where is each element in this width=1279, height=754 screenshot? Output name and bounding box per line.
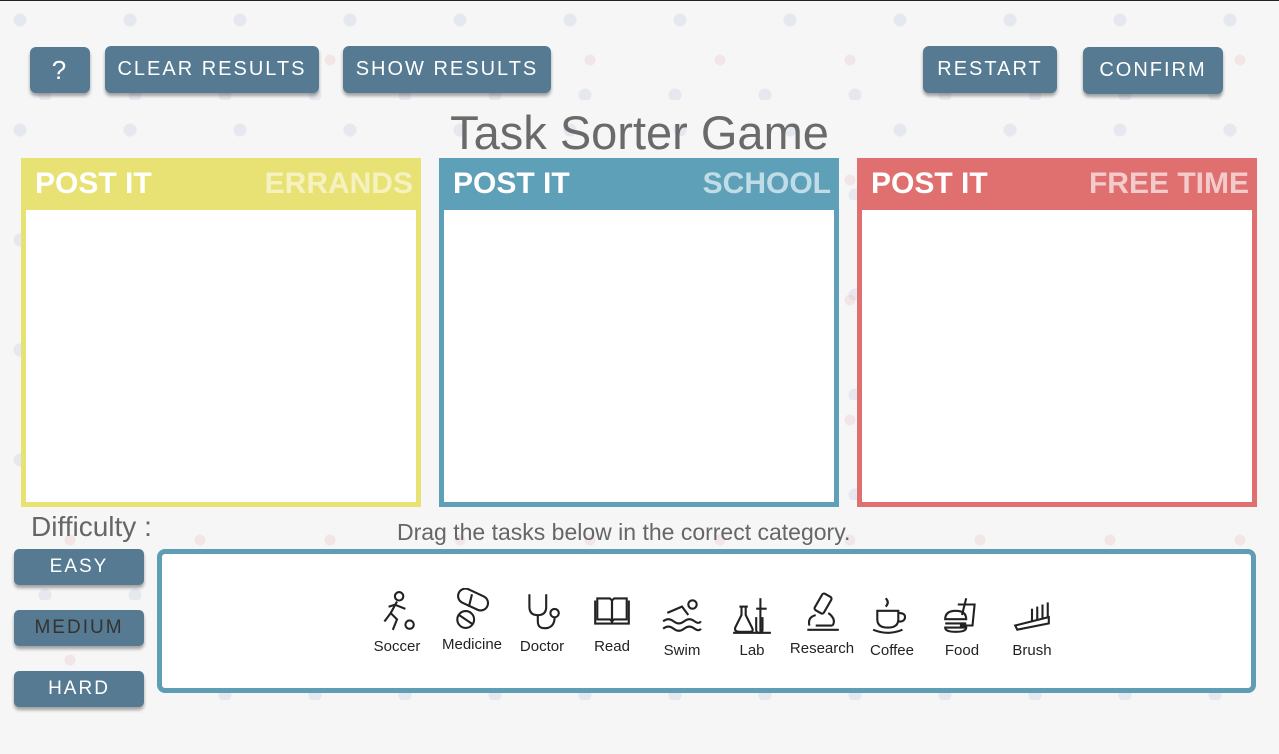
difficulty-medium-label: MEDIUM	[34, 617, 124, 638]
task-tray: Soccer Medicine Doctor Read Swim Lab Res…	[157, 549, 1256, 693]
postit-category-label: ERRANDS	[264, 167, 413, 200]
task-doctor[interactable]: Doctor	[507, 590, 577, 655]
task-lab[interactable]: Lab	[717, 594, 787, 659]
task-swim[interactable]: Swim	[647, 594, 717, 659]
task-label: Lab	[739, 642, 765, 659]
task-read[interactable]: Read	[577, 590, 647, 655]
lab-flask-icon	[733, 598, 771, 634]
clear-results-label: CLEAR RESULTS	[117, 58, 307, 80]
confirm-button[interactable]: CONFIRM	[1083, 47, 1223, 94]
postit-header-label: POST IT	[453, 167, 570, 200]
pill-icon	[456, 588, 490, 629]
restart-button[interactable]: RESTART	[923, 46, 1057, 93]
postit-header-label: POST IT	[35, 167, 152, 200]
postit-header: POST IT FREE TIME	[857, 158, 1257, 210]
difficulty-easy-label: EASY	[49, 556, 109, 577]
instruction-text: Drag the tasks below in the correct cate…	[397, 519, 851, 545]
help-label: ?	[51, 54, 69, 85]
task-label: Medicine	[441, 636, 503, 653]
show-results-label: SHOW RESULTS	[355, 58, 539, 80]
difficulty-medium-button[interactable]: MEDIUM	[14, 610, 144, 646]
postit-school[interactable]: POST IT SCHOOL	[439, 158, 839, 507]
postit-header-label: POST IT	[871, 167, 988, 200]
book-icon	[594, 597, 630, 625]
task-label: Research	[789, 640, 855, 657]
difficulty-hard-label: HARD	[48, 678, 110, 699]
task-brush[interactable]: Brush	[997, 594, 1067, 659]
task-label: Coffee	[870, 642, 914, 659]
task-label: Food	[944, 642, 980, 659]
postit-errands[interactable]: POST IT ERRANDS	[21, 158, 421, 507]
postit-free-time[interactable]: POST IT FREE TIME	[857, 158, 1257, 507]
soccer-player-icon	[383, 591, 415, 631]
show-results-button[interactable]: SHOW RESULTS	[343, 46, 551, 93]
task-soccer[interactable]: Soccer	[362, 590, 432, 655]
difficulty-hard-button[interactable]: HARD	[14, 671, 144, 707]
fast-food-icon	[944, 597, 976, 633]
microscope-icon	[807, 592, 839, 631]
postit-header: POST IT SCHOOL	[439, 158, 839, 210]
stethoscope-icon	[528, 594, 560, 630]
postit-category-label: FREE TIME	[1088, 167, 1249, 200]
postit-header: POST IT ERRANDS	[21, 158, 421, 210]
postit-category-label: SCHOOL	[702, 167, 831, 200]
difficulty-label: Difficulty :	[31, 511, 152, 542]
coffee-cup-icon	[872, 597, 907, 634]
toothbrush-icon	[1013, 602, 1050, 631]
task-research[interactable]: Research	[787, 592, 857, 657]
restart-label: RESTART	[937, 58, 1043, 80]
clear-results-button[interactable]: CLEAR RESULTS	[105, 46, 319, 93]
difficulty-easy-button[interactable]: EASY	[14, 549, 144, 585]
task-coffee[interactable]: Coffee	[857, 594, 927, 659]
task-medicine[interactable]: Medicine	[437, 588, 507, 653]
task-food[interactable]: Food	[927, 594, 997, 659]
task-label: Soccer	[373, 638, 421, 655]
task-label: Read	[594, 638, 630, 655]
page-title: Task Sorter Game	[450, 106, 829, 159]
help-button[interactable]: ?	[30, 47, 90, 93]
confirm-label: CONFIRM	[1099, 59, 1207, 81]
swimmer-icon	[662, 599, 702, 632]
task-label: Doctor	[519, 638, 565, 655]
task-label: Swim	[663, 642, 701, 659]
task-label: Brush	[1012, 642, 1052, 659]
